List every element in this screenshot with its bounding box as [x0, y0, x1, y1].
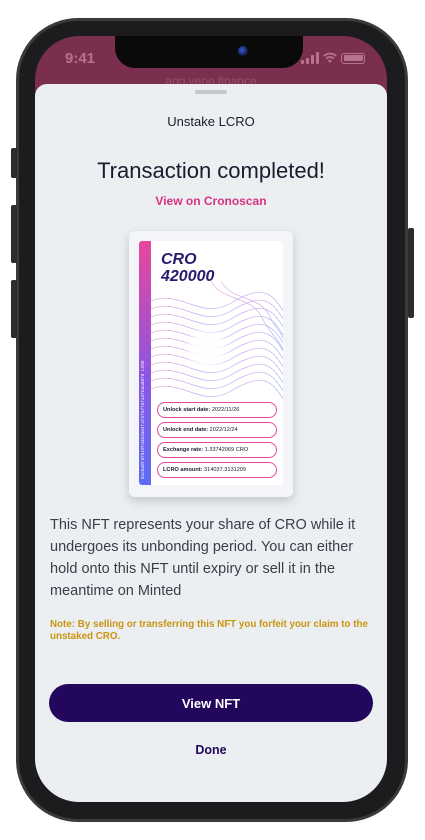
nft-detail-row: Exchange rate: 1.33742069 CRO	[157, 442, 277, 458]
nft-detail-label: LCRO amount:	[163, 467, 203, 473]
volume-up-button	[11, 205, 17, 263]
nft-details: Unlock start date: 2022/11/26 Unlock end…	[157, 402, 277, 482]
notch	[115, 36, 303, 68]
nft-card: 0xc5a9fd7519fd4b3ae4faf2f57fbfa3fbaa0dfd…	[139, 241, 283, 485]
nft-description: This NFT represents your share of CRO wh…	[50, 517, 356, 599]
nft-detail-value: 2022/12/24	[209, 427, 238, 433]
nft-contract-address: 0xc5a9fd7519fd4b3ae4faf2f57fbfa3fbaa0dfd…	[141, 360, 146, 479]
nft-detail-row: LCRO amount: 314037.3131209	[157, 462, 277, 478]
done-button[interactable]: Done	[35, 743, 387, 757]
transaction-status-heading: Transaction completed!	[97, 158, 325, 183]
view-nft-button[interactable]: View NFT	[49, 684, 373, 722]
forfeit-warning-note: Note: By selling or transferring this NF…	[50, 619, 368, 642]
nft-detail-value: 1.33742069 CRO	[204, 447, 249, 453]
screen: 9:41 app.veno.finance Unstake LCRO Trans…	[35, 36, 387, 802]
battery-icon	[341, 52, 365, 64]
unstake-sheet: Unstake LCRO Transaction completed! View…	[35, 84, 387, 802]
nft-token-amount: 420000	[161, 268, 215, 285]
nft-preview[interactable]: 0xc5a9fd7519fd4b3ae4faf2f57fbfa3fbaa0dfd…	[129, 231, 293, 497]
nft-detail-row: Unlock start date: 2022/11/26	[157, 402, 277, 418]
sheet-grabber-handle[interactable]	[195, 90, 227, 94]
nft-detail-value: 314037.3131209	[204, 467, 247, 473]
wifi-icon	[323, 52, 337, 63]
status-icons	[301, 52, 365, 64]
nft-detail-value: 2022/11/26	[211, 407, 240, 413]
nft-token-symbol: CRO	[161, 251, 197, 268]
volume-down-button	[11, 280, 17, 338]
nft-detail-row: Unlock end date: 2022/12/24	[157, 422, 277, 438]
camera-icon	[238, 46, 248, 56]
power-button	[408, 228, 414, 318]
nft-wave-artwork	[151, 281, 283, 400]
view-on-explorer-link[interactable]: View on Cronoscan	[35, 194, 387, 208]
nft-detail-label: Unlock end date:	[163, 427, 209, 433]
nft-detail-label: Exchange rate:	[163, 447, 204, 453]
sheet-title: Unstake LCRO	[167, 114, 255, 129]
status-time: 9:41	[65, 50, 96, 67]
signal-icon	[301, 52, 319, 64]
nft-detail-label: Unlock start date:	[163, 407, 211, 413]
silent-switch	[11, 148, 17, 178]
nft-side-strip: 0xc5a9fd7519fd4b3ae4faf2f57fbfa3fbaa0dfd…	[139, 241, 151, 485]
